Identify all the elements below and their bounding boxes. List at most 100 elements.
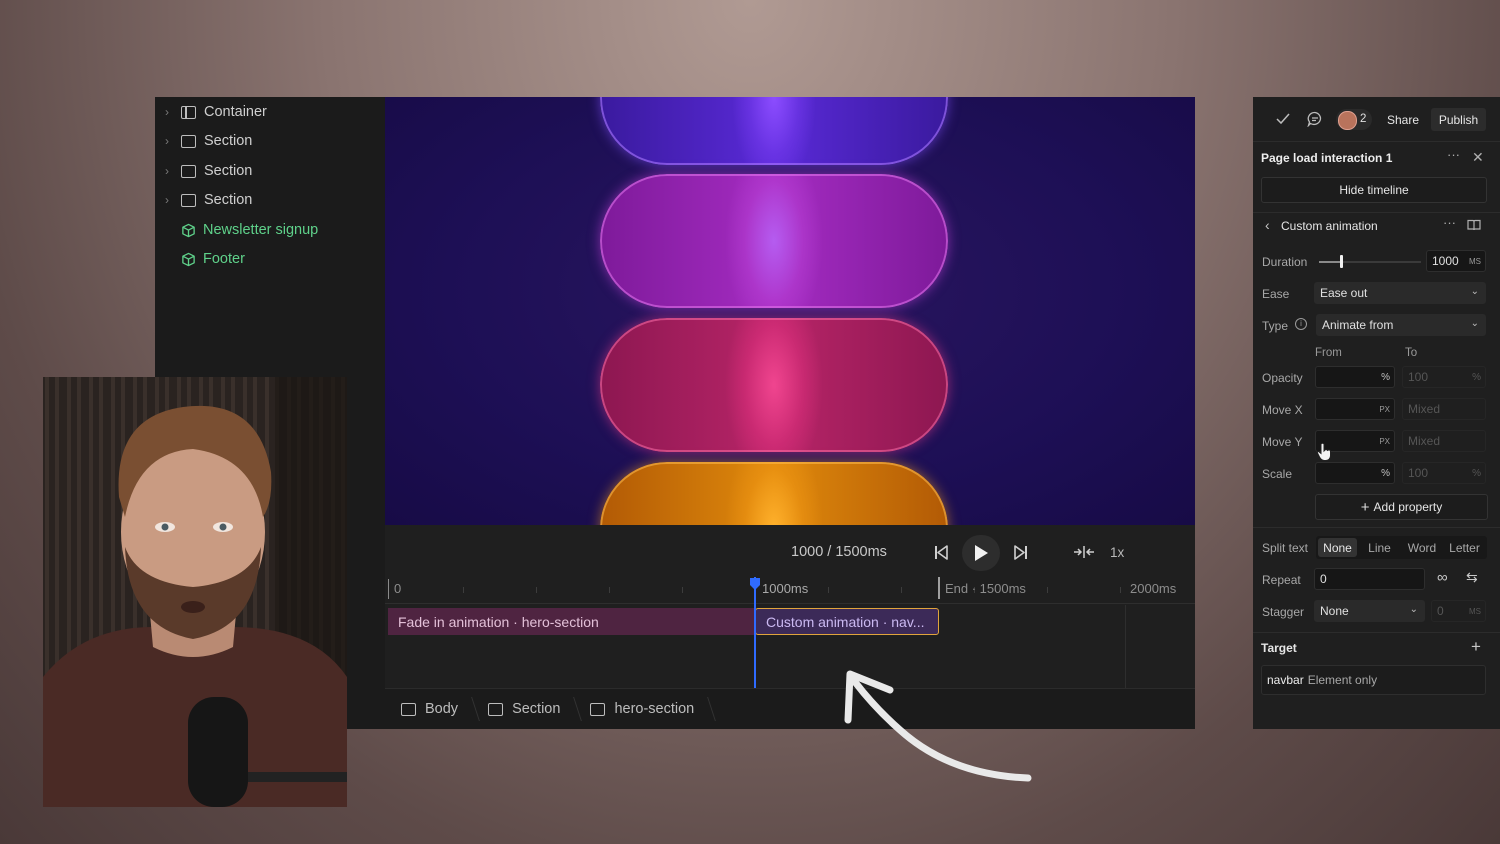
ruler-tick bbox=[1120, 587, 1121, 593]
chevron-right-icon[interactable]: › bbox=[165, 164, 179, 178]
play-button[interactable] bbox=[962, 535, 1000, 571]
nav-item-container[interactable]: › Container bbox=[165, 99, 267, 125]
info-icon[interactable]: i bbox=[1295, 318, 1307, 330]
infinity-icon[interactable]: ∞ bbox=[1437, 569, 1448, 586]
move-y-from-unit: PX bbox=[1379, 436, 1390, 446]
section-icon bbox=[181, 164, 196, 178]
split-text-option-none[interactable]: None bbox=[1318, 538, 1357, 557]
comment-icon[interactable] bbox=[1307, 111, 1323, 127]
chevron-right-icon[interactable]: › bbox=[165, 134, 179, 148]
track-label: Custom animation · nav... bbox=[766, 613, 925, 630]
yoyo-swap-icon[interactable]: ⇆ bbox=[1466, 569, 1478, 586]
split-text-option-letter[interactable]: Letter bbox=[1444, 538, 1485, 557]
duration-unit: MS bbox=[1469, 256, 1481, 266]
element-box-icon bbox=[590, 702, 606, 716]
design-canvas[interactable] bbox=[385, 97, 1195, 525]
gradient-pill-magenta[interactable] bbox=[600, 174, 948, 308]
split-text-option-word[interactable]: Word bbox=[1402, 538, 1442, 557]
stagger-value: None bbox=[1320, 604, 1349, 618]
from-column-header: From bbox=[1315, 347, 1342, 359]
split-text-option-line[interactable]: Line bbox=[1360, 538, 1399, 557]
playhead-line[interactable] bbox=[754, 577, 756, 689]
type-select[interactable]: Animate from ⌄ bbox=[1316, 314, 1486, 336]
component-icon bbox=[182, 223, 195, 237]
more-options-icon[interactable]: ··· bbox=[1447, 147, 1460, 162]
more-options-icon[interactable]: ··· bbox=[1443, 215, 1456, 230]
breadcrumb-item-body[interactable]: Body bbox=[385, 689, 472, 729]
check-icon[interactable] bbox=[1276, 113, 1290, 125]
divider bbox=[1253, 527, 1500, 528]
skip-forward-icon[interactable] bbox=[1013, 544, 1029, 561]
nav-item-label: Section bbox=[204, 133, 253, 149]
playhead-handle-icon[interactable] bbox=[749, 577, 761, 591]
ease-select[interactable]: Ease out ⌄ bbox=[1314, 282, 1486, 304]
opacity-to-input[interactable]: 100 % bbox=[1402, 366, 1486, 388]
hide-timeline-button[interactable]: Hide timeline bbox=[1261, 177, 1487, 203]
move-y-to-input[interactable]: Mixed bbox=[1402, 430, 1486, 452]
collaborators[interactable]: 2 bbox=[1336, 109, 1372, 130]
ruler-max-label: 2000ms bbox=[1130, 581, 1177, 596]
chevron-down-icon: ⌄ bbox=[1470, 286, 1479, 297]
target-scope: Element only bbox=[1307, 673, 1378, 687]
to-column-header: To bbox=[1405, 347, 1418, 359]
fit-timeline-icon[interactable] bbox=[1073, 544, 1095, 560]
back-chevron-icon[interactable]: ‹ bbox=[1265, 217, 1270, 233]
ruler-tick bbox=[609, 587, 610, 593]
target-element-row[interactable]: navbar Element only bbox=[1261, 665, 1486, 695]
stagger-select[interactable]: None ⌄ bbox=[1314, 600, 1425, 622]
divider bbox=[1253, 632, 1500, 633]
plus-icon: + bbox=[1360, 498, 1370, 516]
close-icon[interactable]: ✕ bbox=[1472, 149, 1484, 166]
chevron-right-icon[interactable]: › bbox=[165, 105, 179, 119]
breadcrumb-item-hero-section[interactable]: hero-section bbox=[574, 689, 708, 729]
publish-button[interactable]: Publish bbox=[1431, 108, 1486, 131]
opacity-label: Opacity bbox=[1262, 371, 1303, 385]
ruler-tick bbox=[536, 587, 537, 593]
timeline-end-divider bbox=[1125, 605, 1126, 690]
hand-cursor-icon bbox=[1316, 442, 1331, 461]
nav-item-section[interactable]: › Section bbox=[165, 158, 252, 184]
nav-item-newsletter-signup[interactable]: Newsletter signup bbox=[165, 217, 318, 243]
gradient-pill-purple[interactable] bbox=[600, 97, 948, 165]
stagger-amount-input[interactable]: 0 MS bbox=[1431, 600, 1486, 622]
nav-item-footer[interactable]: Footer bbox=[165, 246, 245, 272]
move-x-from-input[interactable]: PX bbox=[1315, 398, 1395, 420]
share-button[interactable]: Share bbox=[1381, 108, 1425, 131]
book-icon[interactable] bbox=[1467, 219, 1481, 231]
duration-input[interactable]: 1000 MS bbox=[1426, 250, 1486, 272]
stagger-label: Stagger bbox=[1262, 605, 1305, 619]
repeat-input[interactable]: 0 bbox=[1314, 568, 1425, 590]
nav-item-section[interactable]: › Section bbox=[165, 187, 252, 213]
add-target-plus-icon[interactable]: + bbox=[1471, 637, 1481, 657]
move-y-to-value: Mixed bbox=[1408, 434, 1441, 448]
duration-label: Duration bbox=[1262, 255, 1308, 269]
chevron-right-icon[interactable]: › bbox=[165, 193, 179, 207]
skip-back-icon[interactable] bbox=[933, 544, 949, 561]
track-custom-animation[interactable]: Custom animation · nav... bbox=[755, 608, 939, 635]
ruler-tick bbox=[828, 587, 829, 593]
add-property-button[interactable]: + Add property bbox=[1315, 494, 1488, 520]
opacity-from-input[interactable]: % bbox=[1315, 366, 1395, 388]
move-x-label: Move X bbox=[1262, 403, 1303, 417]
move-x-to-input[interactable]: Mixed bbox=[1402, 398, 1486, 420]
gradient-pill-pink[interactable] bbox=[600, 318, 948, 452]
section-icon bbox=[181, 134, 196, 148]
nav-item-label: Newsletter signup bbox=[203, 222, 319, 238]
add-property-label: Add property bbox=[1373, 500, 1443, 514]
gradient-pill-orange[interactable] bbox=[600, 462, 948, 525]
track-fade-in-animation[interactable]: Fade in animation · hero-section bbox=[388, 608, 754, 635]
playback-speed[interactable]: 1x bbox=[1110, 545, 1124, 560]
duration-slider-track[interactable] bbox=[1319, 255, 1421, 268]
nav-item-section[interactable]: › Section bbox=[165, 128, 252, 154]
breadcrumb-item-section[interactable]: Section bbox=[472, 689, 574, 729]
scale-from-input[interactable]: % bbox=[1315, 462, 1395, 484]
section-icon bbox=[181, 193, 196, 207]
scale-to-input[interactable]: 100 % bbox=[1402, 462, 1486, 484]
animation-title: Custom animation bbox=[1281, 219, 1378, 233]
end-marker[interactable] bbox=[938, 577, 940, 599]
nav-item-label: Container bbox=[204, 104, 267, 120]
nav-item-label: Footer bbox=[203, 251, 245, 267]
timeline-ruler[interactable]: 0 1000ms End · 1500ms 2000ms bbox=[385, 577, 1195, 604]
opacity-from-unit: % bbox=[1381, 371, 1390, 383]
duration-slider-thumb[interactable] bbox=[1339, 255, 1343, 268]
